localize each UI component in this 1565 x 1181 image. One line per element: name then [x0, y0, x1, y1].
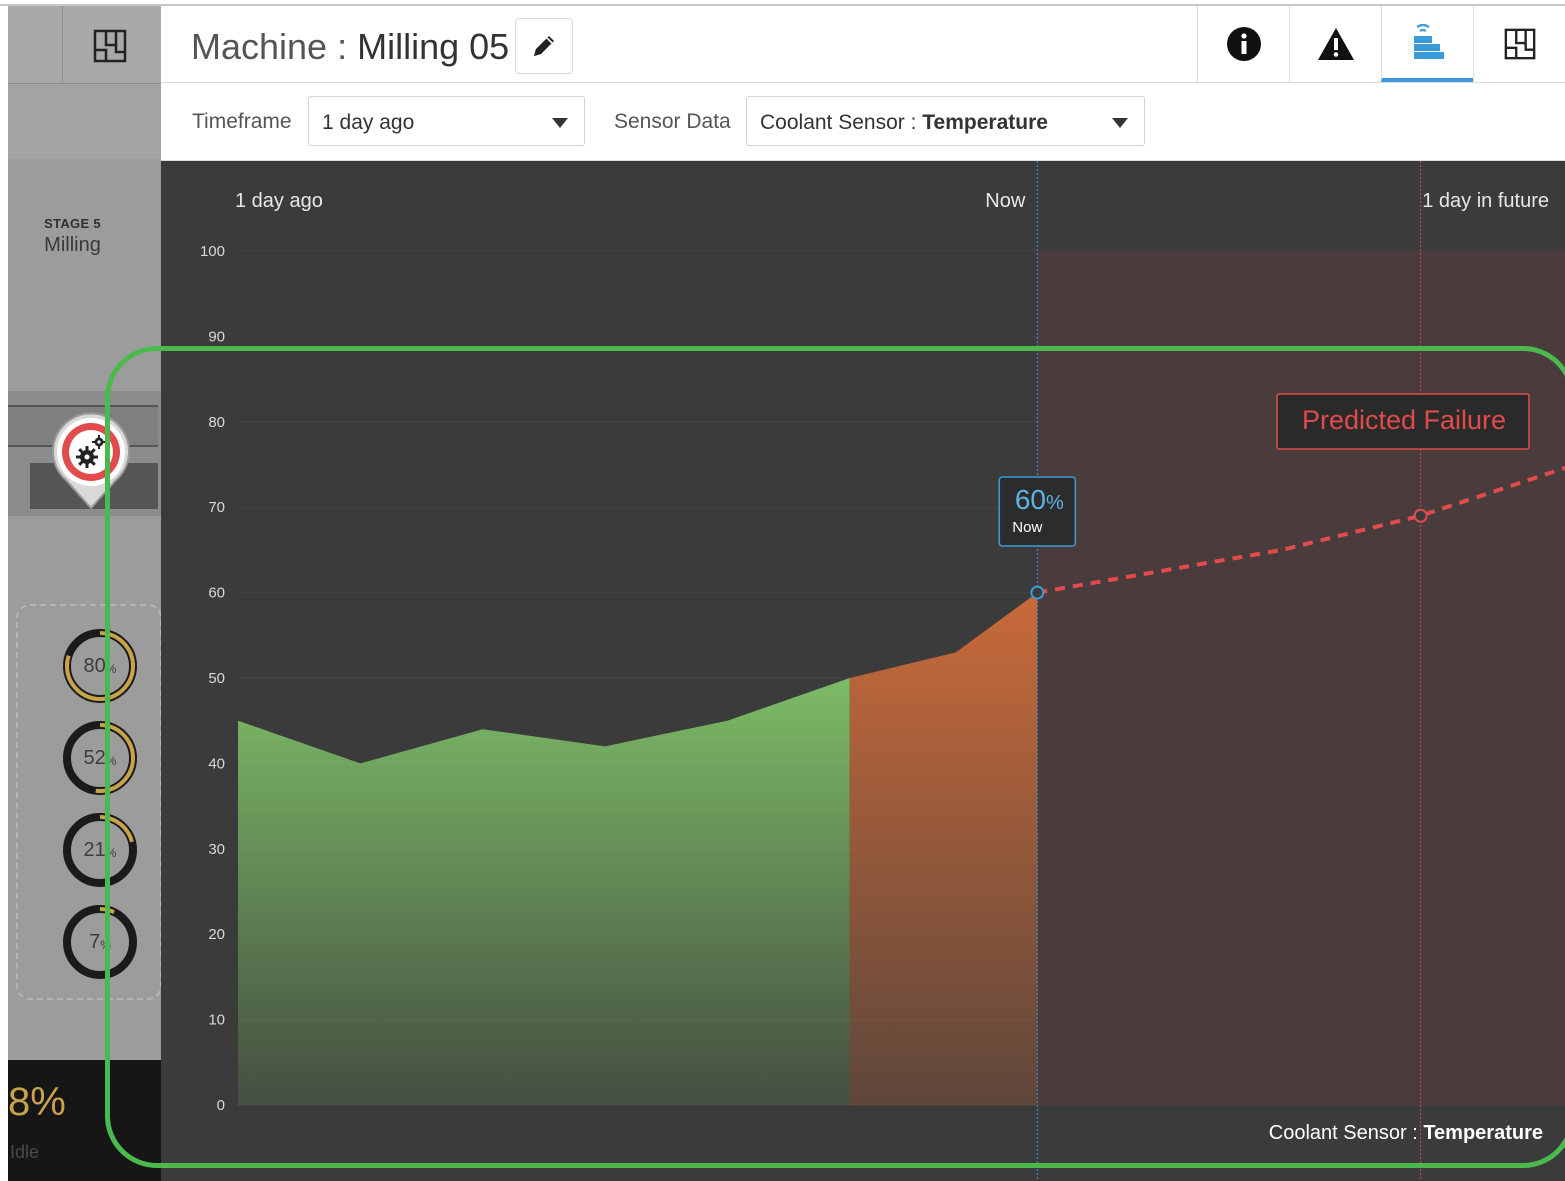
normal-area [238, 678, 850, 1105]
filter-bar: Timeframe 1 day ago Sensor Data Coolant … [161, 83, 1565, 161]
tab-alerts[interactable] [1289, 6, 1381, 82]
x-label-now: Now [985, 190, 1026, 212]
timeframe-label: Timeframe [192, 110, 292, 133]
sensor-chart: 0 10 20 30 40 50 60 70 80 90 100 1 day ago Now 1 day … [161, 161, 1565, 1181]
idle-percent: 8% [8, 1080, 66, 1124]
x-label-start: 1 day ago [235, 190, 323, 212]
y-tick-label: 0 [217, 1097, 225, 1114]
y-tick-label: 10 [208, 1012, 225, 1029]
gauge-1: 80% [62, 628, 138, 704]
y-tick-label: 80 [208, 414, 225, 431]
gauge-value: 52% [83, 746, 117, 769]
gauge-4: 7% [62, 904, 138, 980]
sensor-data-select[interactable]: Coolant Sensor : Temperature [746, 96, 1145, 146]
y-tick-label: 40 [208, 755, 225, 772]
layout-icon[interactable] [92, 28, 128, 64]
stage-sidebar: STAGE 5 Milling 80% 52% 21 % 7 % 8% Idle [8, 6, 161, 1181]
gauges-panel: 80% 52% 21% 7% [16, 604, 161, 1000]
gauge-2: 52% [62, 720, 138, 796]
sensor-data-label: Sensor Data [614, 110, 731, 133]
sensor-chart-svg: 0 10 20 30 40 50 60 70 80 90 100 1 day ago Now 1 day … [200, 161, 1565, 1181]
idle-label: Idle [10, 1142, 40, 1162]
y-tick-label: 30 [208, 841, 225, 858]
failure-point [1413, 508, 1428, 523]
sidebar-header [8, 6, 161, 84]
chevron-down-icon [1112, 118, 1128, 128]
gauge-3: 21% [62, 812, 138, 888]
view-tabs [1197, 6, 1565, 82]
x-label-future: 1 day in future [1422, 190, 1549, 212]
machine-marker-pin[interactable] [46, 404, 136, 514]
tab-layout[interactable] [1473, 6, 1565, 82]
page-title: Machine : Milling 05 [191, 26, 510, 67]
stage-name: Milling [44, 234, 101, 256]
stage-number: STAGE 5 [44, 216, 101, 231]
warning-area [849, 592, 1038, 1105]
pencil-icon [534, 36, 554, 56]
y-tick-label: 90 [208, 328, 225, 345]
chart-sensor-label: Coolant Sensor : Temperature [1269, 1122, 1543, 1144]
timeframe-value: 1 day ago [322, 111, 415, 134]
gauge-value: 7% [89, 930, 111, 953]
gauge-value: 80% [83, 654, 117, 677]
tab-info[interactable] [1197, 6, 1289, 82]
machine-name: Milling 05 [357, 26, 510, 67]
sensor-data-value: Coolant Sensor : Temperature [760, 111, 1048, 134]
predicted-area [1037, 251, 1565, 1105]
edit-name-button[interactable] [515, 18, 573, 74]
y-tick-label: 20 [208, 926, 225, 943]
info-icon [1226, 27, 1261, 61]
gauge-value: 21% [83, 838, 117, 861]
warning-icon [1317, 28, 1354, 60]
tab-sensors[interactable] [1381, 6, 1473, 82]
y-tick-label: 50 [208, 670, 225, 687]
now-tooltip-label: Now [1012, 519, 1042, 536]
predicted-failure-label: Predicted Failure [1302, 405, 1506, 435]
y-tick-label: 100 [200, 243, 225, 260]
y-tick-label: 70 [208, 499, 225, 516]
timeframe-select[interactable]: 1 day ago [308, 96, 585, 146]
now-point [1030, 585, 1045, 600]
layout-icon [1504, 28, 1535, 60]
chevron-down-icon [552, 118, 568, 128]
sensor-stack-icon [1413, 23, 1444, 59]
y-tick-label: 60 [208, 585, 225, 602]
machine-header: Machine : Milling 05 [161, 6, 1565, 83]
